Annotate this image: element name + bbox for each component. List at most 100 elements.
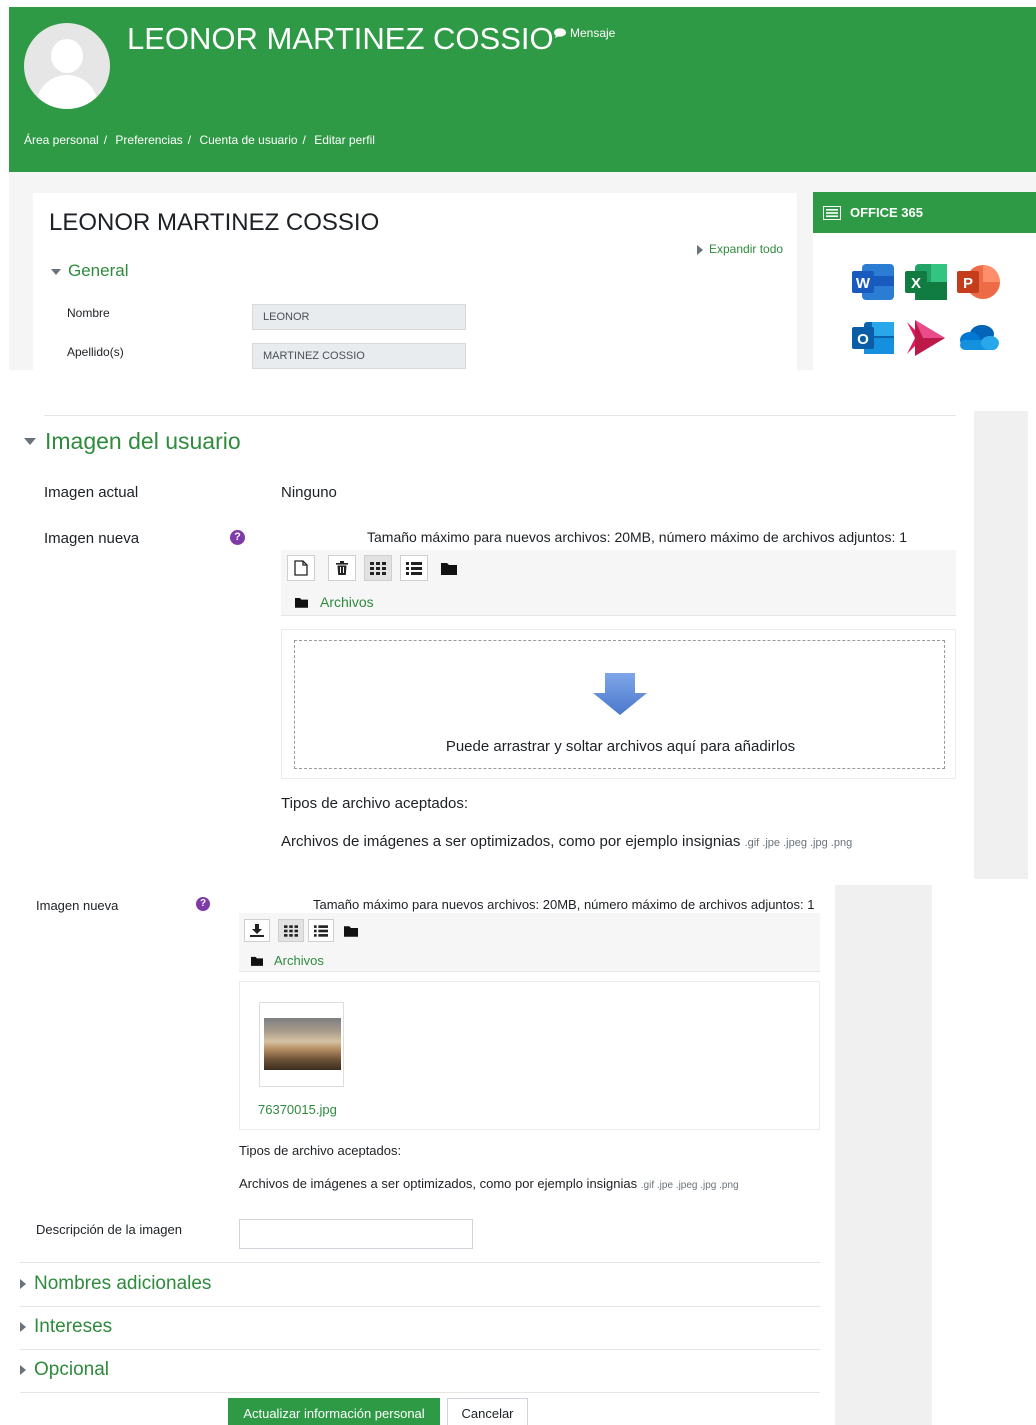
accepted-types-desc: Archivos de imágenes a ser optimizados, … [239, 1176, 739, 1191]
caret-right-icon [20, 1365, 26, 1375]
section-general-toggle[interactable]: General [51, 261, 128, 281]
view-icons-button[interactable] [278, 919, 304, 942]
section-interests-toggle[interactable]: Intereses [20, 1316, 112, 1338]
folder-link[interactable]: Archivos [320, 594, 374, 610]
profile-header: LEONOR MARTINEZ COSSIO Mensaje Área pers… [9, 7, 1036, 172]
first-name-field[interactable]: LEONOR [252, 304, 466, 330]
office365-block: OFFICE 365 W X P O [813, 192, 1036, 370]
message-label: Mensaje [570, 26, 616, 40]
divider [20, 1306, 820, 1307]
onedrive-icon[interactable] [955, 316, 1001, 360]
download-icon [250, 924, 264, 937]
current-image-label: Imagen actual [44, 484, 139, 501]
section-additional-names-title: Nombres adicionales [34, 1273, 212, 1294]
add-file-button[interactable] [287, 555, 315, 581]
section-interests-title: Intereses [34, 1316, 113, 1337]
accepted-types-label: Tipos de archivo aceptados: [281, 795, 469, 812]
accepted-extensions: .gif .jpe .jpeg .jpg .png [640, 1180, 739, 1191]
caret-down-icon [24, 438, 36, 445]
arrow-down-icon [593, 673, 647, 715]
help-icon[interactable]: ? [230, 530, 245, 545]
svg-text:O: O [857, 331, 869, 348]
caret-right-icon [20, 1322, 26, 1332]
file-name-link[interactable]: 76370015.jpg [258, 1102, 337, 1117]
profile-name: LEONOR MARTINEZ COSSIO [127, 21, 554, 56]
office365-title: OFFICE 365 [850, 205, 923, 220]
svg-text:W: W [856, 275, 871, 292]
section-additional-names-toggle[interactable]: Nombres adicionales [20, 1273, 211, 1295]
trash-icon [336, 561, 348, 575]
divider [44, 415, 956, 416]
filemanager-toolbar: Archivos [239, 913, 820, 972]
speech-bubble-icon [554, 28, 566, 38]
accepted-extensions: .gif .jpe .jpeg .jpg .png [744, 837, 853, 849]
accepted-types-text: Archivos de imágenes a ser optimizados, … [239, 1176, 638, 1191]
view-list-button[interactable] [308, 919, 334, 942]
folder-icon [441, 562, 457, 575]
list-icon [314, 924, 328, 937]
breadcrumb-item[interactable]: Cuenta de usuario [199, 133, 297, 147]
cancel-button[interactable]: Cancelar [447, 1398, 528, 1425]
file-limits: Tamaño máximo para nuevos archivos: 20MB… [367, 529, 908, 545]
file-limits: Tamaño máximo para nuevos archivos: 20MB… [313, 897, 815, 912]
folder-link[interactable]: Archivos [274, 953, 324, 968]
caret-right-icon [20, 1279, 26, 1289]
section-general-title: General [68, 261, 129, 280]
section-optional-toggle[interactable]: Opcional [20, 1359, 109, 1381]
message-link[interactable]: Mensaje [554, 26, 615, 40]
new-file-icon [294, 560, 308, 576]
delete-button[interactable] [328, 555, 356, 581]
section-optional-title: Opcional [34, 1359, 109, 1380]
dropzone[interactable]: Puede arrastrar y soltar archivos aquí p… [294, 640, 945, 769]
svg-text:P: P [963, 275, 973, 292]
expand-all-label: Expandir todo [709, 242, 784, 256]
download-button[interactable] [244, 919, 270, 942]
svg-text:X: X [911, 275, 921, 292]
powerpoint-icon[interactable]: P [955, 260, 1001, 304]
update-profile-button[interactable]: Actualizar información personal [228, 1398, 440, 1425]
last-name-label: Apellido(s) [67, 345, 124, 359]
grid-icon [370, 561, 386, 575]
file-thumbnail[interactable] [259, 1002, 344, 1087]
divider [20, 1349, 820, 1350]
stream-icon[interactable] [903, 316, 949, 360]
last-name-field[interactable]: MARTINEZ COSSIO [252, 343, 466, 369]
new-image-label: Imagen nueva [36, 898, 119, 913]
current-image-value: Ninguno [281, 484, 337, 501]
user-image-panel: Imagen del usuario Imagen actual Ninguno… [0, 370, 1036, 885]
expand-all-link[interactable]: Expandir todo [697, 242, 783, 256]
excel-icon[interactable]: X [903, 260, 949, 304]
accepted-types-label: Tipos de archivo aceptados: [239, 1143, 402, 1158]
breadcrumb: Área personal / Preferencias / Cuenta de u… [24, 133, 375, 147]
dropzone-text: Puede arrastrar y soltar archivos aquí p… [445, 738, 796, 755]
filemanager-area: 76370015.jpg [239, 981, 820, 1130]
breadcrumb-item[interactable]: Preferencias [115, 133, 182, 147]
caret-down-icon [51, 268, 61, 275]
view-list-button[interactable] [400, 555, 428, 581]
side-gutter [835, 885, 932, 1425]
word-icon[interactable]: W [850, 260, 896, 304]
filemanager-toolbar: Archivos [281, 550, 956, 616]
uploaded-image-panel: Imagen nueva ? Tamaño máximo para nuevos… [0, 885, 1036, 1425]
breadcrumb-current: Editar perfil [314, 133, 375, 147]
view-tree-button[interactable] [435, 555, 463, 581]
folder-icon [251, 956, 263, 966]
view-icons-button[interactable] [364, 555, 392, 581]
folder-icon [344, 925, 358, 937]
page-title: LEONOR MARTINEZ COSSIO [49, 209, 380, 236]
avatar [24, 23, 110, 109]
view-tree-button[interactable] [338, 919, 364, 942]
edit-profile-form: LEONOR MARTINEZ COSSIO Expandir todo Gen… [33, 193, 797, 370]
section-user-image-toggle[interactable]: Imagen del usuario [24, 428, 241, 455]
grid-icon [284, 924, 298, 937]
breadcrumb-item[interactable]: Área personal [24, 133, 99, 147]
image-description-input[interactable] [239, 1219, 473, 1249]
profile-panel: LEONOR MARTINEZ COSSIO Mensaje Área pers… [9, 7, 1036, 370]
outlook-icon[interactable]: O [850, 316, 896, 360]
folder-path: Archivos [295, 594, 374, 610]
side-gutter [974, 411, 1028, 879]
folder-path: Archivos [251, 953, 324, 968]
divider [20, 1392, 820, 1393]
help-icon[interactable]: ? [196, 897, 210, 911]
new-image-label: Imagen nueva [44, 530, 140, 547]
